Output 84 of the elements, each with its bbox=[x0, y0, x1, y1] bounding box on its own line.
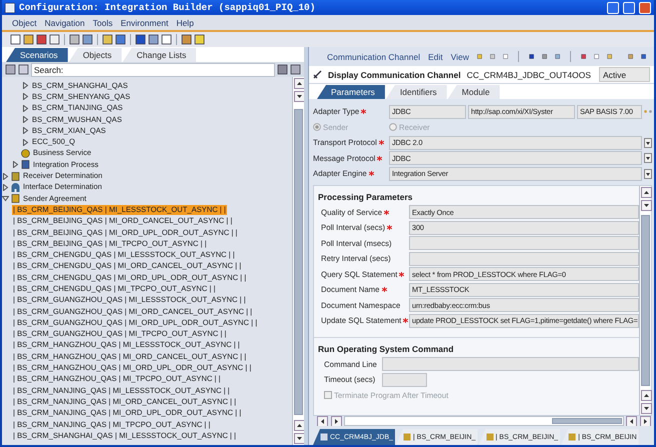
scroll-up-icon[interactable] bbox=[641, 186, 652, 198]
input-field[interactable] bbox=[409, 252, 639, 266]
toolbar-icon[interactable] bbox=[194, 34, 205, 45]
expander-icon[interactable] bbox=[12, 161, 19, 168]
close-button[interactable] bbox=[639, 2, 651, 14]
scroll-down-icon[interactable] bbox=[641, 200, 652, 210]
input-field[interactable] bbox=[382, 357, 639, 372]
menu-item[interactable]: Environment bbox=[120, 18, 168, 28]
required-icon bbox=[368, 171, 374, 176]
input-field[interactable] bbox=[409, 236, 639, 250]
tab[interactable]: Objects bbox=[68, 48, 122, 62]
section-title: Processing Parameters bbox=[318, 191, 414, 204]
header-title: Display Communication Channel bbox=[328, 70, 461, 80]
tab[interactable]: Identifiers bbox=[386, 85, 447, 99]
menu-item[interactable]: Help bbox=[176, 18, 194, 28]
toolbar-icon[interactable] bbox=[580, 51, 586, 62]
menu-item[interactable]: Tools bbox=[92, 18, 113, 28]
menu-item[interactable]: Navigation bbox=[44, 18, 85, 28]
required-icon bbox=[377, 156, 382, 161]
required-icon bbox=[378, 140, 384, 146]
toolbar-icon[interactable] bbox=[82, 34, 93, 45]
toolbar-icon[interactable] bbox=[290, 64, 301, 75]
required-icon bbox=[403, 318, 408, 324]
toolbar-icon[interactable] bbox=[490, 51, 496, 62]
scroll-up-icon[interactable] bbox=[641, 390, 652, 401]
expander-icon[interactable] bbox=[22, 104, 29, 112]
search-field[interactable]: Search: bbox=[31, 62, 275, 76]
required-icon bbox=[382, 287, 386, 292]
required-icon bbox=[387, 225, 392, 230]
dropdown-icon[interactable] bbox=[644, 168, 652, 179]
scroll-left-icon[interactable] bbox=[626, 416, 637, 426]
toolbar-icon[interactable] bbox=[18, 64, 29, 75]
channel-name: CC_CRM4BJ_JDBC_OUT4OOS bbox=[466, 70, 591, 80]
scroll-right-icon[interactable] bbox=[640, 416, 651, 426]
app-icon bbox=[5, 2, 15, 12]
required-icon bbox=[384, 210, 390, 215]
toolbar-icon[interactable] bbox=[554, 51, 560, 62]
search-label: Search: bbox=[34, 64, 64, 74]
expander-icon[interactable] bbox=[22, 116, 29, 124]
toolbar-icon[interactable] bbox=[606, 51, 612, 62]
scroll-up-icon[interactable] bbox=[294, 78, 305, 89]
toolbar-icon[interactable] bbox=[594, 51, 599, 62]
scroll-up-icon[interactable] bbox=[294, 420, 305, 431]
expander-icon[interactable] bbox=[22, 127, 29, 134]
dropdown-icon[interactable] bbox=[644, 138, 652, 148]
radio-button[interactable] bbox=[389, 123, 397, 132]
expander-icon[interactable] bbox=[2, 195, 9, 202]
scroll-left-icon[interactable] bbox=[317, 416, 328, 426]
menu-item[interactable]: Communication Channel bbox=[327, 52, 420, 62]
toolbar-icon[interactable] bbox=[69, 34, 80, 45]
scroll-down-icon[interactable] bbox=[294, 91, 305, 102]
menu-item[interactable]: Edit bbox=[428, 52, 443, 62]
required-icon bbox=[399, 272, 404, 277]
minimize-button[interactable] bbox=[607, 2, 619, 14]
menu-item[interactable]: Object bbox=[12, 18, 37, 28]
toolbar-icon[interactable] bbox=[5, 64, 16, 75]
tab[interactable]: Module bbox=[448, 85, 500, 99]
scroll-right-icon[interactable] bbox=[331, 416, 342, 426]
maximize-button[interactable] bbox=[623, 2, 635, 14]
tab[interactable]: Change Lists bbox=[122, 48, 196, 62]
expander-icon[interactable] bbox=[2, 172, 9, 180]
scrollbar[interactable] bbox=[292, 77, 304, 445]
tab[interactable]: Scenarios bbox=[6, 48, 68, 62]
toolbar-icon[interactable] bbox=[102, 34, 113, 45]
toolbar-icon[interactable] bbox=[542, 51, 547, 62]
toolbar-icon[interactable] bbox=[115, 34, 126, 45]
checkbox[interactable] bbox=[324, 391, 332, 400]
required-icon bbox=[361, 109, 366, 114]
scroll-down-icon[interactable] bbox=[294, 433, 305, 444]
expander-icon[interactable] bbox=[22, 93, 29, 100]
window-title: Configuration: Integration Builder (sappiq01_PIQ_10) bbox=[19, 2, 316, 13]
toolbar-icon[interactable] bbox=[181, 34, 192, 45]
status-field: Active bbox=[599, 67, 650, 82]
scrollbar[interactable] bbox=[639, 186, 651, 415]
menu-item[interactable]: View bbox=[450, 52, 470, 62]
scroll-down-icon[interactable] bbox=[641, 402, 652, 414]
expander-icon[interactable] bbox=[22, 138, 29, 146]
radio-button[interactable] bbox=[313, 123, 321, 132]
dropdown-icon[interactable] bbox=[644, 153, 652, 164]
input-field[interactable] bbox=[382, 372, 427, 387]
tab[interactable]: Parameters bbox=[317, 85, 385, 99]
expander-icon[interactable] bbox=[22, 82, 29, 90]
section-title: Run Operating System Command bbox=[318, 343, 455, 356]
expander-icon[interactable] bbox=[2, 184, 9, 191]
